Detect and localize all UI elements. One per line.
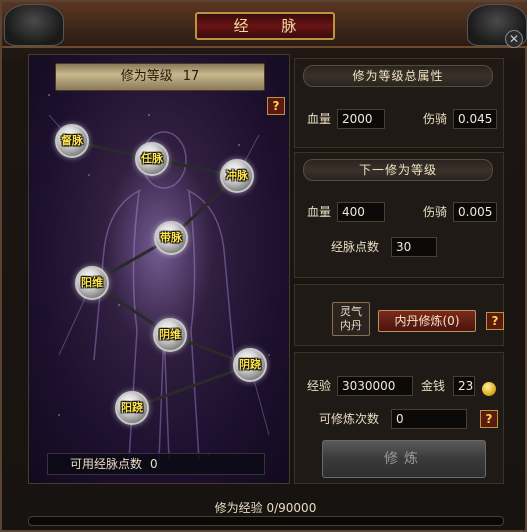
spirit-label: 灵气: [340, 305, 362, 318]
meridian-node-dai[interactable]: 带脉: [154, 221, 188, 255]
next-dmg-label: 伤骑: [423, 205, 448, 219]
exp-label: 经验: [307, 379, 332, 393]
available-points-bar: 可用经脉点数 0: [47, 453, 265, 475]
window-title: 经 脉: [195, 12, 335, 40]
next-hp-label: 血量: [307, 205, 332, 219]
meridian-node-du[interactable]: 督脉: [55, 124, 89, 158]
next-dmg-field: 0.005: [453, 202, 497, 222]
available-points-label: 可用经脉点数: [70, 457, 143, 471]
total-dmg-field: 0.045: [453, 109, 497, 129]
total-hp-label: 血量: [307, 112, 332, 126]
cultivation-level-value: 17: [182, 69, 200, 84]
cultivation-exp-bar: [28, 516, 504, 526]
next-points-field: 30: [391, 237, 437, 257]
cultivation-level-banner: 修为等级 17: [55, 63, 265, 91]
meridian-window: 经 脉 ✕ 修为等级 17 ? 督脉 任脉 冲脉 带脉 阳维 阴维 阴跷 阳跷 …: [0, 0, 527, 532]
cultivation-level-label: 修为等级: [120, 69, 173, 84]
available-points-value: 0: [150, 457, 158, 471]
gold-label: 金钱: [421, 379, 446, 393]
help-icon[interactable]: ?: [480, 410, 498, 428]
next-hp-field: 400: [337, 202, 385, 222]
meridian-links: [48, 114, 270, 436]
spirit-dan-button[interactable]: 灵气 内丹: [332, 302, 370, 336]
total-hp-field: 2000: [337, 109, 385, 129]
next-level-section: 下一修为等级 血量 400 伤骑 0.005 经脉点数 30: [294, 152, 504, 278]
meridian-chart-panel: 修为等级 17 ? 督脉 任脉 冲脉 带脉 阳维 阴维 阴跷 阳跷 可用经脉点数 0: [28, 54, 290, 484]
exp-field: 3030000: [337, 376, 413, 396]
meridian-node-yinqiao[interactable]: 阴跷: [233, 348, 267, 382]
help-icon[interactable]: ?: [267, 97, 285, 115]
help-icon[interactable]: ?: [486, 312, 504, 330]
meridian-node-ren[interactable]: 任脉: [135, 142, 169, 176]
dragon-ornament-left-icon: [4, 4, 64, 46]
total-attributes-header: 修为等级总属性: [303, 65, 493, 87]
cultivation-exp-label: 修为经验 0/90000: [214, 501, 317, 515]
refine-times-label: 可修炼次数: [319, 412, 380, 426]
meridian-node-chong[interactable]: 冲脉: [220, 159, 254, 193]
refine-button[interactable]: 修炼: [322, 440, 486, 478]
close-icon[interactable]: ✕: [505, 30, 523, 48]
total-attributes-section: 修为等级总属性 血量 2000 伤骑 0.045: [294, 58, 504, 148]
next-level-header: 下一修为等级: [303, 159, 493, 181]
next-points-label: 经脉点数: [331, 240, 380, 254]
gold-field: 23: [453, 376, 475, 396]
total-dmg-label: 伤骑: [423, 112, 448, 126]
dan-label: 内丹: [340, 319, 362, 332]
inner-dan-refine-button[interactable]: 内丹修炼(0): [378, 310, 476, 332]
meridian-node-yangqiao[interactable]: 阳跷: [115, 391, 149, 425]
gold-coin-icon: [482, 382, 496, 396]
window-topbar: 经 脉 ✕: [2, 2, 527, 48]
refine-times-field: 0: [391, 409, 467, 429]
meridian-node-yangwei[interactable]: 阳维: [75, 266, 109, 300]
meridian-node-yinwei[interactable]: 阴维: [153, 318, 187, 352]
